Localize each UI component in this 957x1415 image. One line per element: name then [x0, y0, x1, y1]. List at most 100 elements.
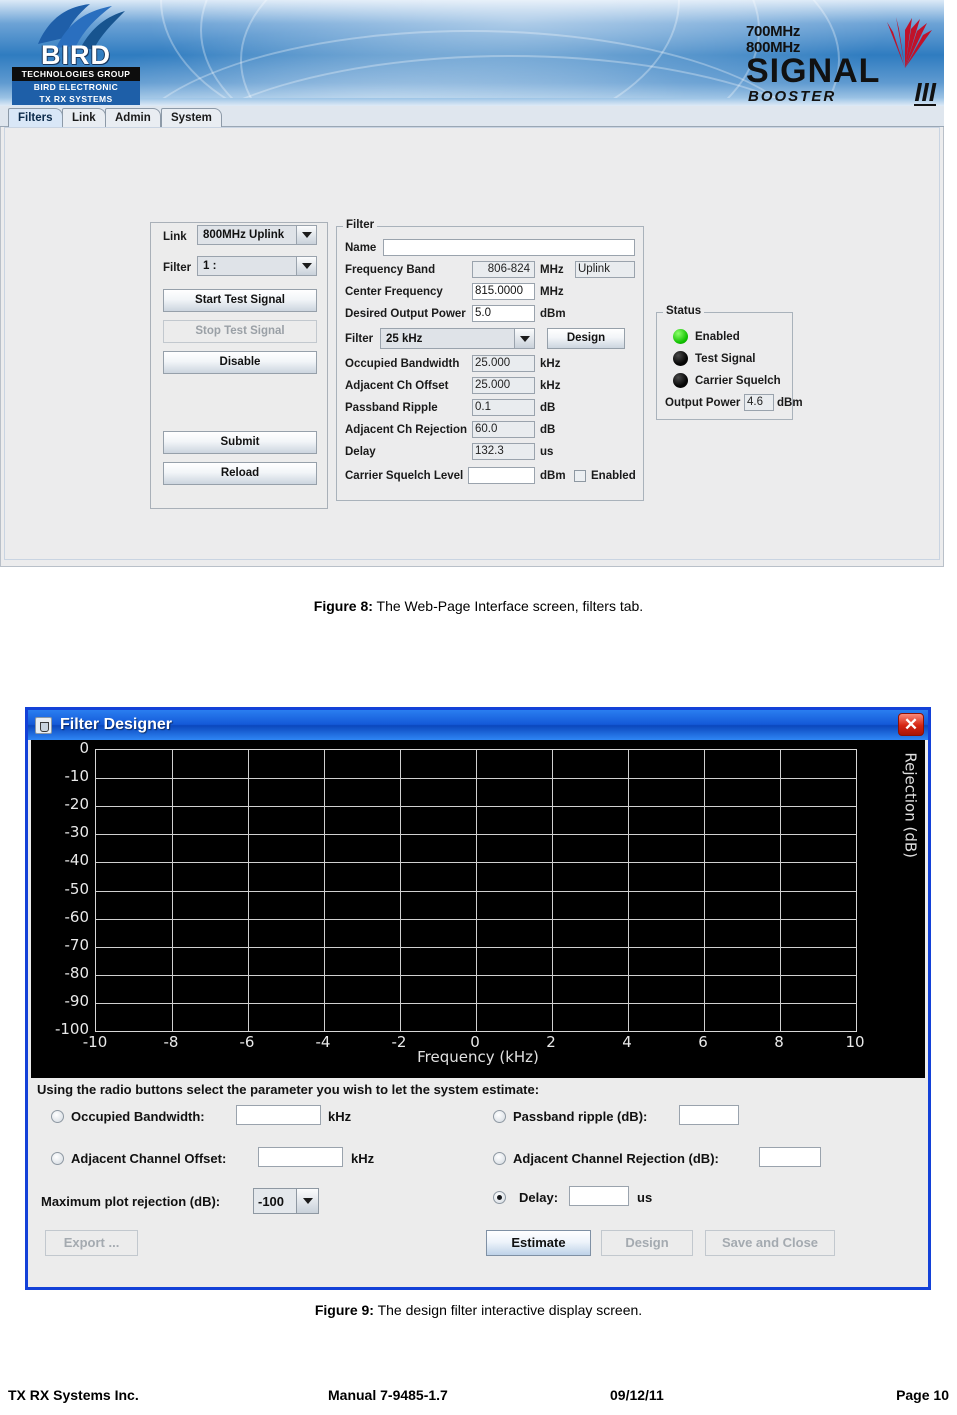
submit-button[interactable]: Submit: [163, 431, 317, 454]
delay-unit: us: [540, 446, 554, 458]
horizontal-gridline: [96, 834, 856, 836]
chevron-down-icon[interactable]: [514, 329, 534, 348]
figure-9-caption-text: The design filter interactive display sc…: [373, 1302, 643, 1318]
footer-company: TX RX Systems Inc.: [8, 1387, 139, 1403]
filter-label: Filter: [163, 262, 192, 274]
carrier-squelch-level-unit: dBm: [540, 470, 566, 482]
adjacent-ch-offset-label: Adjacent Ch Offset: [345, 380, 449, 392]
y-axis-tick: -30: [64, 823, 90, 842]
figure-9-caption-label: Figure 9:: [314, 1302, 374, 1318]
close-icon[interactable]: ✕: [898, 713, 924, 736]
radio-passband-ripple[interactable]: [493, 1110, 506, 1123]
passband-ripple-unit: dB: [540, 402, 556, 414]
x-axis-title: Frequency (kHz): [417, 1048, 539, 1066]
tab-link[interactable]: Link: [62, 108, 106, 127]
tab-admin[interactable]: Admin: [105, 108, 161, 127]
filter-group-title: Filter: [343, 219, 378, 231]
delay-value: 132.3: [472, 443, 535, 460]
design-button[interactable]: Design: [547, 328, 625, 349]
app-banner: BIRD TECHNOLOGIES GROUP BIRD ELECTRONIC …: [0, 0, 944, 106]
test-signal-led-icon: [673, 351, 688, 366]
carrier-squelch-enabled-label: Enabled: [591, 470, 636, 482]
status-group: Status Enabled Test Signal Carrier Squel…: [656, 305, 803, 420]
bird-technologies-logo: BIRD TECHNOLOGIES GROUP BIRD ELECTRONIC …: [8, 2, 143, 106]
output-power-value: 4.6: [744, 394, 774, 411]
y-axis-title: Rejection (dB): [902, 752, 920, 858]
y-axis-tick: -40: [64, 851, 90, 870]
estimate-button[interactable]: Estimate: [486, 1230, 591, 1256]
figure-9-filter-designer: Filter Designer ✕ 0 -10 -20 -30 -40 -50 -60 -70…: [25, 707, 931, 1290]
max-plot-rejection-select[interactable]: -100: [253, 1188, 319, 1214]
carrier-squelch-level-input[interactable]: [468, 467, 535, 484]
radio-adjacent-channel-offset[interactable]: [51, 1152, 64, 1165]
radio-delay[interactable]: [493, 1191, 506, 1204]
bird-tagline-3: TX RX SYSTEMS: [12, 93, 140, 105]
tab-filters[interactable]: Filters: [8, 108, 63, 127]
figure-8-caption-label: Figure 8:: [313, 598, 373, 614]
passband-ripple-value: 0.1: [472, 399, 535, 416]
filter-designer-title: Filter Designer: [60, 716, 173, 733]
figure-8-web-interface: BIRD TECHNOLOGIES GROUP BIRD ELECTRONIC …: [0, 0, 944, 570]
horizontal-gridline: [96, 778, 856, 780]
chevron-down-icon[interactable]: [296, 1189, 318, 1213]
stop-test-signal-button: Stop Test Signal: [163, 320, 317, 343]
chevron-down-icon[interactable]: [296, 257, 316, 275]
max-plot-rejection-value: -100: [258, 1193, 285, 1209]
y-axis-tick: -60: [64, 907, 90, 926]
disable-button[interactable]: Disable: [163, 351, 317, 374]
input-delay[interactable]: [569, 1186, 629, 1206]
figure-8-caption-text: The Web-Page Interface screen, filters t…: [372, 598, 644, 614]
radio-occupied-bandwidth[interactable]: [51, 1110, 64, 1123]
design-button-fd: Design: [601, 1230, 693, 1256]
filter-type-value: 25 kHz: [386, 332, 423, 345]
input-passband-ripple[interactable]: [679, 1105, 739, 1125]
horizontal-gridline: [96, 806, 856, 808]
adjacent-ch-rejection-unit: dB: [540, 424, 556, 436]
input-adjacent-channel-offset[interactable]: [258, 1147, 343, 1167]
filter-designer-form: Using the radio buttons select the param…: [31, 1078, 925, 1287]
filter-type-select[interactable]: 25 kHz: [380, 328, 535, 349]
carrier-squelch-level-label: Carrier Squelch Level: [345, 470, 464, 482]
status-group-title: Status: [663, 305, 705, 317]
test-signal-led-label: Test Signal: [695, 353, 756, 365]
start-test-signal-button[interactable]: Start Test Signal: [163, 289, 317, 312]
filter-type-label: Filter: [345, 333, 374, 345]
carrier-squelch-enabled-checkbox[interactable]: [574, 470, 586, 482]
tab-system[interactable]: System: [161, 108, 222, 127]
signal-booster-branding: 700MHz 800MHz SIGNAL BOOSTER III: [746, 10, 936, 106]
y-axis-tick: -10: [64, 767, 90, 786]
output-power-unit: dBm: [777, 397, 803, 409]
link-select[interactable]: 800MHz Uplink: [197, 225, 317, 245]
chevron-down-icon[interactable]: [296, 226, 316, 244]
page-footer: TX RX Systems Inc. Manual 7-9485-1.7 09/…: [0, 1387, 957, 1409]
name-label: Name: [345, 242, 377, 254]
adjacent-ch-rejection-label: Adjacent Ch Rejection: [345, 424, 468, 436]
y-axis-tick: -50: [64, 879, 90, 898]
adjacent-ch-rejection-value: 60.0: [472, 421, 535, 438]
desired-output-power-input[interactable]: 5.0: [472, 305, 535, 322]
name-input[interactable]: [383, 239, 635, 256]
input-adjacent-channel-rejection[interactable]: [759, 1147, 821, 1167]
figure-9-caption: Figure 9: The design filter interactive …: [0, 1302, 957, 1318]
filter-select[interactable]: 1 :: [197, 256, 317, 276]
instruction-text: Using the radio buttons select the param…: [37, 1082, 540, 1097]
link-select-value: 800MHz Uplink: [203, 229, 285, 241]
y-axis-tick: -70: [64, 935, 90, 954]
radio-adjacent-channel-rejection[interactable]: [493, 1152, 506, 1165]
output-power-label: Output Power: [665, 397, 741, 409]
horizontal-gridline: [96, 890, 856, 892]
desired-output-power-label: Desired Output Power: [345, 308, 466, 320]
carrier-squelch-led-icon: [673, 373, 688, 388]
occupied-bandwidth-label: Occupied Bandwidth: [345, 358, 460, 370]
input-occupied-bandwidth[interactable]: [236, 1105, 321, 1125]
label-adjacent-channel-rejection: Adjacent Channel Rejection (dB):: [513, 1151, 719, 1166]
center-frequency-input[interactable]: 815.0000: [472, 283, 535, 300]
passband-ripple-label: Passband Ripple: [345, 402, 438, 414]
adjacent-ch-offset-value: 25.000: [472, 377, 535, 394]
signal-wordmark: SIGNAL: [746, 52, 881, 90]
reload-button[interactable]: Reload: [163, 462, 317, 485]
horizontal-gridline: [96, 946, 856, 948]
horizontal-gridline: [96, 974, 856, 976]
plot-grid-area: [95, 749, 857, 1032]
frequency-band-label: Frequency Band: [345, 264, 436, 276]
